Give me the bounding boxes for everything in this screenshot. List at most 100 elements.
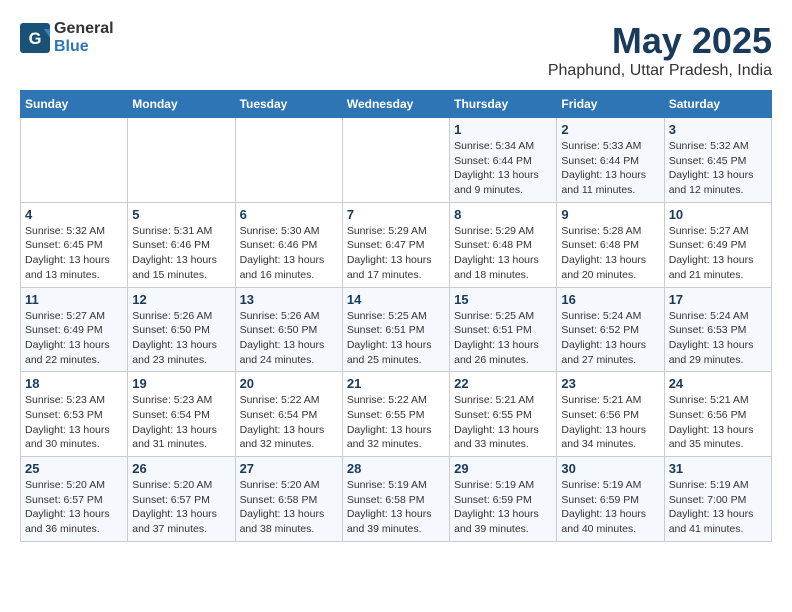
day-cell [342,118,449,203]
day-info: Sunrise: 5:26 AM Sunset: 6:50 PM Dayligh… [240,309,338,368]
logo-icon: G [20,23,50,53]
day-number: 22 [454,376,552,391]
day-info: Sunrise: 5:32 AM Sunset: 6:45 PM Dayligh… [25,224,123,283]
day-cell: 29 Sunrise: 5:19 AM Sunset: 6:59 PM Dayli… [450,457,557,542]
day-info: Sunrise: 5:31 AM Sunset: 6:46 PM Dayligh… [132,224,230,283]
header-monday: Monday [128,91,235,118]
logo-text: General Blue [54,20,114,55]
week-row-1: 1 Sunrise: 5:34 AM Sunset: 6:44 PM Daylig… [21,118,772,203]
day-info: Sunrise: 5:28 AM Sunset: 6:48 PM Dayligh… [561,224,659,283]
day-info: Sunrise: 5:22 AM Sunset: 6:54 PM Dayligh… [240,393,338,452]
day-cell: 7 Sunrise: 5:29 AM Sunset: 6:47 PM Daylig… [342,202,449,287]
day-cell: 2Sunrise: 5:33 AM Sunset: 6:44 PM Daylig… [557,118,664,203]
day-cell [128,118,235,203]
day-info: Sunrise: 5:27 AM Sunset: 6:49 PM Dayligh… [25,309,123,368]
day-info: Sunrise: 5:19 AM Sunset: 7:00 PM Dayligh… [669,478,767,537]
day-info: Sunrise: 5:29 AM Sunset: 6:47 PM Dayligh… [347,224,445,283]
day-cell: 5 Sunrise: 5:31 AM Sunset: 6:46 PM Daylig… [128,202,235,287]
day-cell: 1 Sunrise: 5:34 AM Sunset: 6:44 PM Daylig… [450,118,557,203]
day-number: 12 [132,292,230,307]
day-cell [21,118,128,203]
day-cell: 3Sunrise: 5:32 AM Sunset: 6:45 PM Daylig… [664,118,771,203]
header-wednesday: Wednesday [342,91,449,118]
day-number: 18 [25,376,123,391]
day-info: Sunrise: 5:24 AM Sunset: 6:53 PM Dayligh… [669,309,767,368]
location-title: Phaphund, Uttar Pradesh, India [548,62,772,80]
day-number: 20 [240,376,338,391]
day-number: 9 [561,207,659,222]
day-info: Sunrise: 5:26 AM Sunset: 6:50 PM Dayligh… [132,309,230,368]
day-number: 5 [132,207,230,222]
day-info: Sunrise: 5:22 AM Sunset: 6:55 PM Dayligh… [347,393,445,452]
header-friday: Friday [557,91,664,118]
header-saturday: Saturday [664,91,771,118]
day-number: 16 [561,292,659,307]
day-info: Sunrise: 5:23 AM Sunset: 6:54 PM Dayligh… [132,393,230,452]
day-number: 21 [347,376,445,391]
day-cell: 16 Sunrise: 5:24 AM Sunset: 6:52 PM Dayli… [557,287,664,372]
day-info: Sunrise: 5:19 AM Sunset: 6:59 PM Dayligh… [454,478,552,537]
day-number: 29 [454,461,552,476]
week-row-3: 11 Sunrise: 5:27 AM Sunset: 6:49 PM Dayli… [21,287,772,372]
day-info: Sunrise: 5:20 AM Sunset: 6:57 PM Dayligh… [132,478,230,537]
month-title: May 2025 [548,20,772,62]
day-number: 7 [347,207,445,222]
day-cell: 30 Sunrise: 5:19 AM Sunset: 6:59 PM Dayli… [557,457,664,542]
day-number: 2 [561,122,659,137]
day-number: 28 [347,461,445,476]
day-info: Sunrise: 5:24 AM Sunset: 6:52 PM Dayligh… [561,309,659,368]
week-row-5: 25Sunrise: 5:20 AM Sunset: 6:57 PM Dayli… [21,457,772,542]
day-number: 23 [561,376,659,391]
day-info: Sunrise: 5:19 AM Sunset: 6:58 PM Dayligh… [347,478,445,537]
day-info: Sunrise: 5:34 AM Sunset: 6:44 PM Dayligh… [454,139,552,198]
day-info: Sunrise: 5:19 AM Sunset: 6:59 PM Dayligh… [561,478,659,537]
day-number: 4 [25,207,123,222]
day-cell: 10Sunrise: 5:27 AM Sunset: 6:49 PM Dayli… [664,202,771,287]
day-cell: 9 Sunrise: 5:28 AM Sunset: 6:48 PM Daylig… [557,202,664,287]
day-number: 19 [132,376,230,391]
day-info: Sunrise: 5:20 AM Sunset: 6:58 PM Dayligh… [240,478,338,537]
week-row-2: 4 Sunrise: 5:32 AM Sunset: 6:45 PM Daylig… [21,202,772,287]
day-cell: 27 Sunrise: 5:20 AM Sunset: 6:58 PM Dayli… [235,457,342,542]
day-cell: 20 Sunrise: 5:22 AM Sunset: 6:54 PM Dayli… [235,372,342,457]
day-cell: 21 Sunrise: 5:22 AM Sunset: 6:55 PM Dayli… [342,372,449,457]
day-number: 13 [240,292,338,307]
day-info: Sunrise: 5:21 AM Sunset: 6:55 PM Dayligh… [454,393,552,452]
week-row-4: 18Sunrise: 5:23 AM Sunset: 6:53 PM Dayli… [21,372,772,457]
day-cell: 26 Sunrise: 5:20 AM Sunset: 6:57 PM Dayli… [128,457,235,542]
day-cell: 17Sunrise: 5:24 AM Sunset: 6:53 PM Dayli… [664,287,771,372]
day-info: Sunrise: 5:25 AM Sunset: 6:51 PM Dayligh… [454,309,552,368]
day-cell: 12 Sunrise: 5:26 AM Sunset: 6:50 PM Dayli… [128,287,235,372]
day-number: 1 [454,122,552,137]
day-cell: 28 Sunrise: 5:19 AM Sunset: 6:58 PM Dayli… [342,457,449,542]
header-sunday: Sunday [21,91,128,118]
day-cell: 6Sunrise: 5:30 AM Sunset: 6:46 PM Daylig… [235,202,342,287]
day-number: 3 [669,122,767,137]
day-cell: 19 Sunrise: 5:23 AM Sunset: 6:54 PM Dayli… [128,372,235,457]
day-number: 24 [669,376,767,391]
day-cell: 14Sunrise: 5:25 AM Sunset: 6:51 PM Dayli… [342,287,449,372]
day-info: Sunrise: 5:29 AM Sunset: 6:48 PM Dayligh… [454,224,552,283]
day-cell: 11 Sunrise: 5:27 AM Sunset: 6:49 PM Dayli… [21,287,128,372]
day-number: 26 [132,461,230,476]
day-cell: 18Sunrise: 5:23 AM Sunset: 6:53 PM Dayli… [21,372,128,457]
day-number: 30 [561,461,659,476]
day-info: Sunrise: 5:21 AM Sunset: 6:56 PM Dayligh… [669,393,767,452]
header-thursday: Thursday [450,91,557,118]
day-number: 11 [25,292,123,307]
day-cell: 31 Sunrise: 5:19 AM Sunset: 7:00 PM Dayli… [664,457,771,542]
svg-text:G: G [29,30,42,48]
day-number: 31 [669,461,767,476]
page-header: G General Blue May 2025 Phaphund, Uttar … [20,20,772,80]
logo-general: General [54,20,114,37]
day-cell: 22 Sunrise: 5:21 AM Sunset: 6:55 PM Dayli… [450,372,557,457]
day-number: 15 [454,292,552,307]
day-number: 27 [240,461,338,476]
logo-blue: Blue [54,38,89,55]
logo: G General Blue [20,20,114,55]
day-info: Sunrise: 5:21 AM Sunset: 6:56 PM Dayligh… [561,393,659,452]
day-number: 6 [240,207,338,222]
day-info: Sunrise: 5:25 AM Sunset: 6:51 PM Dayligh… [347,309,445,368]
day-cell: 15 Sunrise: 5:25 AM Sunset: 6:51 PM Dayli… [450,287,557,372]
day-cell: 4 Sunrise: 5:32 AM Sunset: 6:45 PM Daylig… [21,202,128,287]
